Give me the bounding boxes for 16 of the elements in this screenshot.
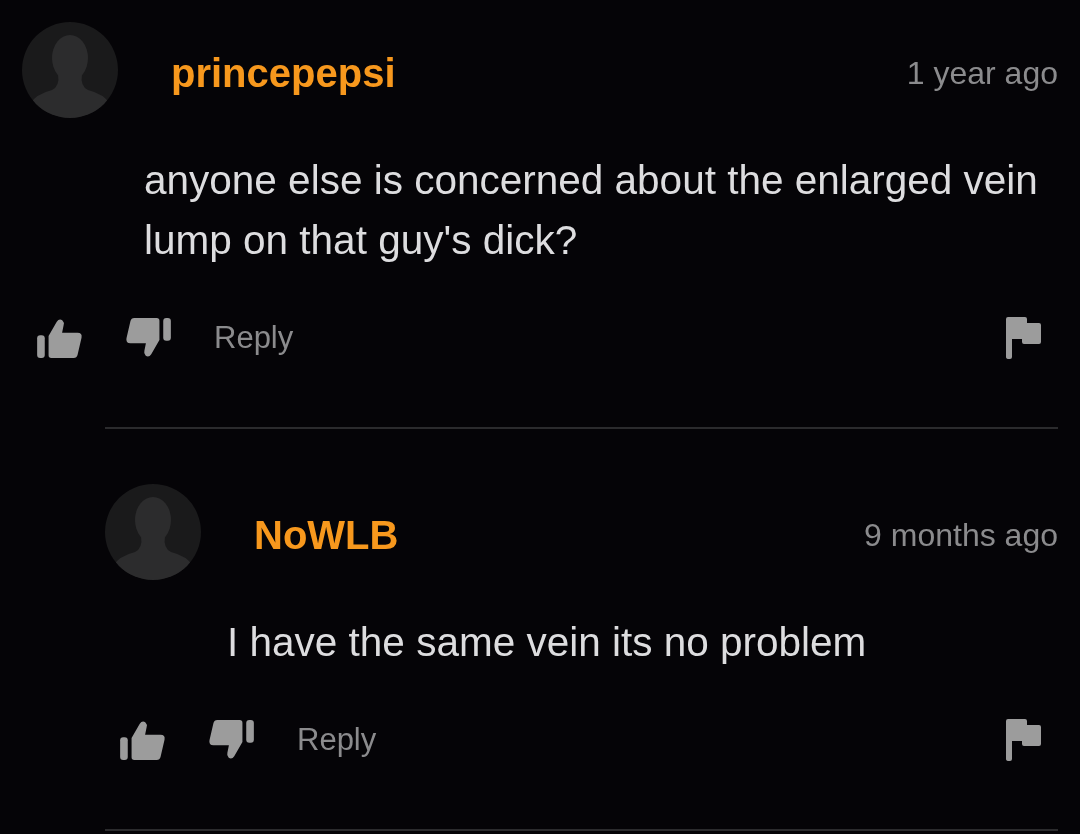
avatar-icon: [105, 484, 201, 580]
flag-icon[interactable]: [1006, 719, 1041, 761]
reply-button[interactable]: Reply: [214, 320, 294, 356]
username[interactable]: NoWLB: [254, 512, 399, 558]
comment-text: I have the same vein its no problem: [226, 618, 868, 667]
thumbs-up-icon[interactable]: [37, 318, 83, 358]
flag-icon[interactable]: [1006, 317, 1041, 359]
comment-text: anyone else is concerned about the enlarged vein lump on that guy's dick?: [143, 156, 1039, 265]
thumbs-up-icon[interactable]: [120, 720, 166, 760]
timestamp: 9 months ago: [864, 516, 1058, 554]
username[interactable]: princepepsi: [171, 50, 396, 96]
thumbs-down-icon[interactable]: [125, 318, 171, 358]
avatar-icon: [22, 22, 118, 118]
reply-button[interactable]: Reply: [297, 722, 377, 758]
thumbs-down-icon[interactable]: [208, 720, 254, 760]
timestamp: 1 year ago: [906, 54, 1058, 92]
